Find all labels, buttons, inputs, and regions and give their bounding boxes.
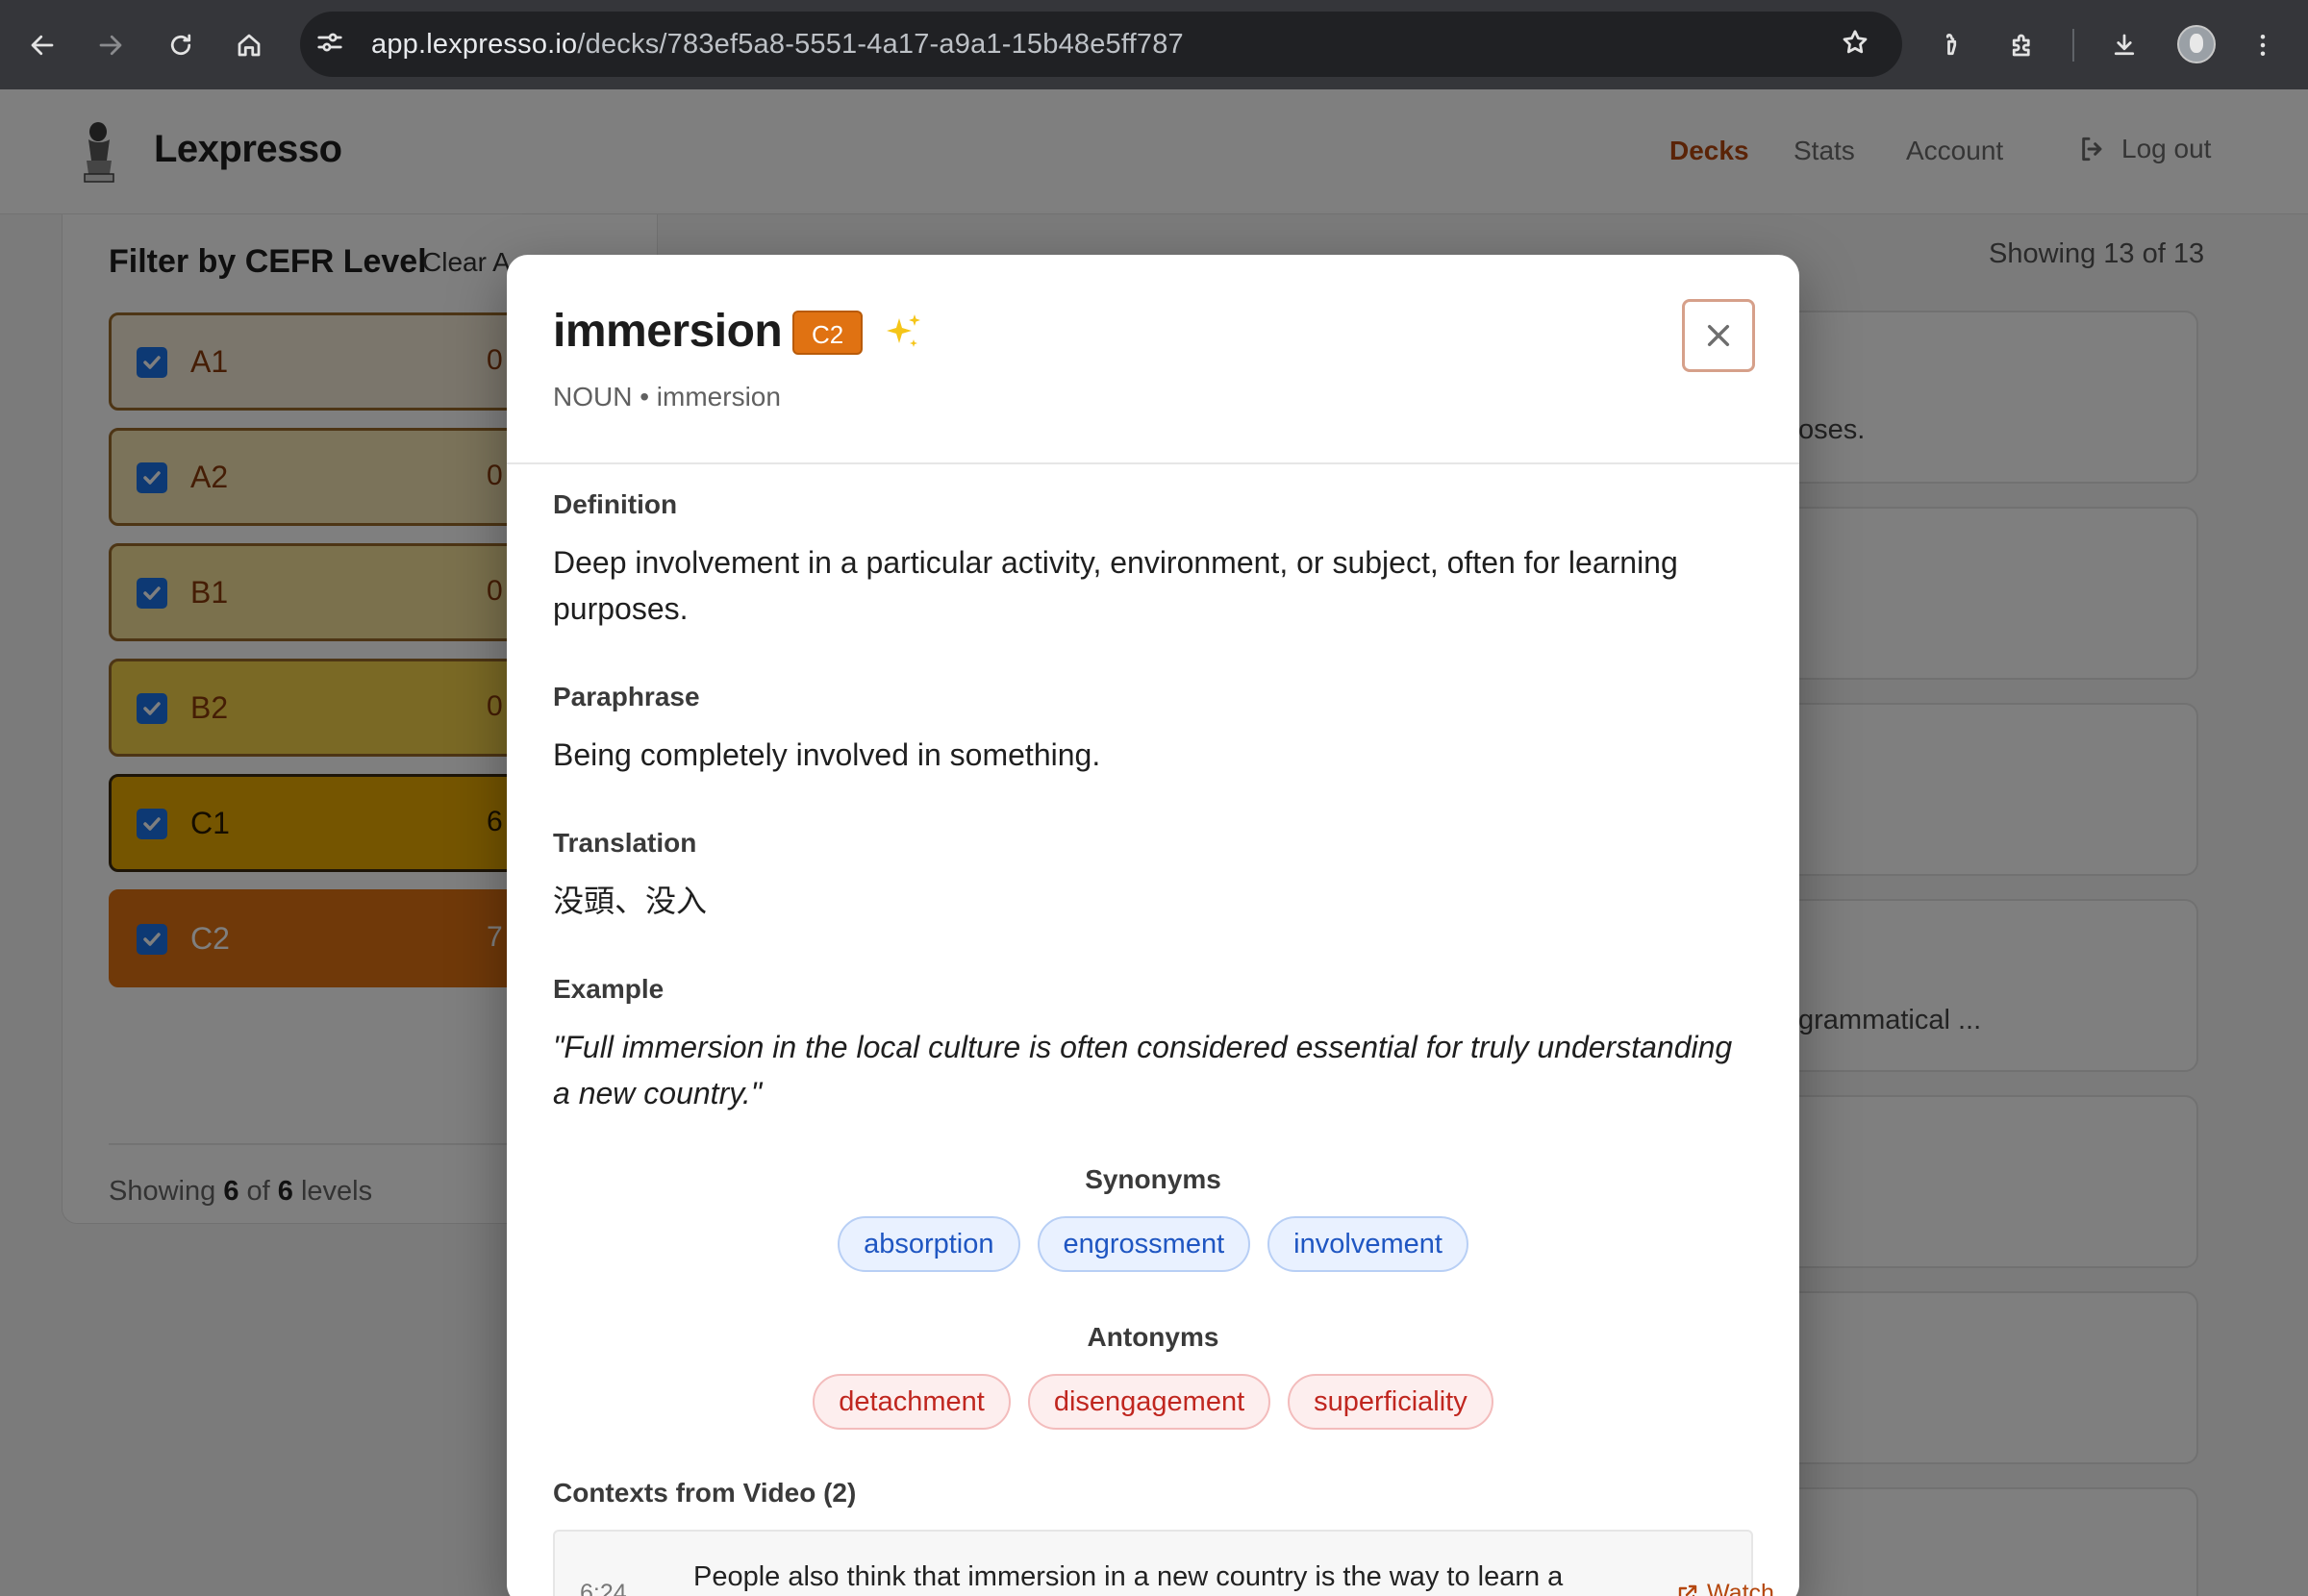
paraphrase-label: Paraphrase xyxy=(553,682,700,711)
browser-toolbar: app.lexpresso.io/decks/783ef5a8-5551-4a1… xyxy=(0,0,2308,89)
url-text[interactable]: app.lexpresso.io/decks/783ef5a8-5551-4a1… xyxy=(371,29,1184,61)
contexts-label: Contexts from Video (2) xyxy=(553,1478,857,1508)
sparkles-icon xyxy=(887,314,920,347)
url-host: app.lexpresso.io xyxy=(371,29,578,60)
url-path: /decks/783ef5a8-5551-4a17-a9a1-15b48e5ff… xyxy=(577,29,1184,60)
close-button[interactable] xyxy=(1682,299,1755,372)
site-settings-icon[interactable] xyxy=(315,28,348,61)
bookmark-star-icon[interactable] xyxy=(1841,28,1873,61)
definition-text: Deep involvement in a particular activit… xyxy=(553,545,1678,626)
antonym-chips: detachment disengagement superficiality xyxy=(507,1374,1799,1430)
watch-button[interactable]: Watch xyxy=(1676,1580,1774,1596)
antonym-chip[interactable]: superficiality xyxy=(1288,1374,1493,1430)
close-icon xyxy=(1707,324,1730,347)
modal-word-title: immersion xyxy=(553,306,783,357)
modal-level-badge: C2 xyxy=(792,311,864,355)
antonym-chip[interactable]: detachment xyxy=(813,1374,1011,1430)
synonym-chip[interactable]: engrossment xyxy=(1037,1216,1251,1272)
translation-text: 没頭、没入 xyxy=(553,884,708,918)
external-link-icon xyxy=(1678,1584,1697,1596)
paraphrase-text: Being completely involved in something. xyxy=(553,737,1101,772)
modal-header: immersion C2 NOUN • immersion xyxy=(507,255,1799,464)
video-context-item: 6:24 People also think that immersion in… xyxy=(553,1530,1774,1596)
watch-label: Watch xyxy=(1707,1580,1774,1596)
profile-avatar[interactable] xyxy=(2177,25,2216,63)
back-icon[interactable] xyxy=(20,23,64,67)
puzzle-icon[interactable] xyxy=(2000,23,2045,67)
toolbar-separator xyxy=(2072,29,2074,62)
forward-icon[interactable] xyxy=(88,23,133,67)
definition-label: Definition xyxy=(553,489,678,519)
example-label: Example xyxy=(553,974,665,1004)
synonym-chip[interactable]: absorption xyxy=(838,1216,1020,1272)
word-detail-modal: immersion C2 NOUN • immersion Definition… xyxy=(507,255,1799,1596)
part-of-speech: NOUN • immersion xyxy=(553,382,781,411)
example-text: "Full immersion in the local culture is … xyxy=(553,1030,1733,1110)
synonym-chip[interactable]: involvement xyxy=(1267,1216,1468,1272)
antonyms-label: Antonyms xyxy=(1087,1322,1219,1352)
antonym-chip[interactable]: disengagement xyxy=(1027,1374,1271,1430)
reload-icon[interactable] xyxy=(159,23,203,67)
download-icon[interactable] xyxy=(2102,23,2146,67)
extension-icon[interactable] xyxy=(1929,23,1973,67)
context-timestamp: 6:24 xyxy=(580,1580,627,1596)
address-bar[interactable]: app.lexpresso.io/decks/783ef5a8-5551-4a1… xyxy=(300,12,1902,77)
translation-label: Translation xyxy=(553,828,697,858)
home-icon[interactable] xyxy=(227,23,271,67)
context-text: People also think that immersion in a ne… xyxy=(693,1561,1564,1592)
synonyms-label: Synonyms xyxy=(1085,1164,1221,1194)
menu-kebab-icon[interactable] xyxy=(2241,23,2285,67)
app-page: Lexpresso Decks Stats Account Log out Fi… xyxy=(0,89,2308,1596)
synonym-chips: absorption engrossment involvement xyxy=(507,1216,1799,1272)
